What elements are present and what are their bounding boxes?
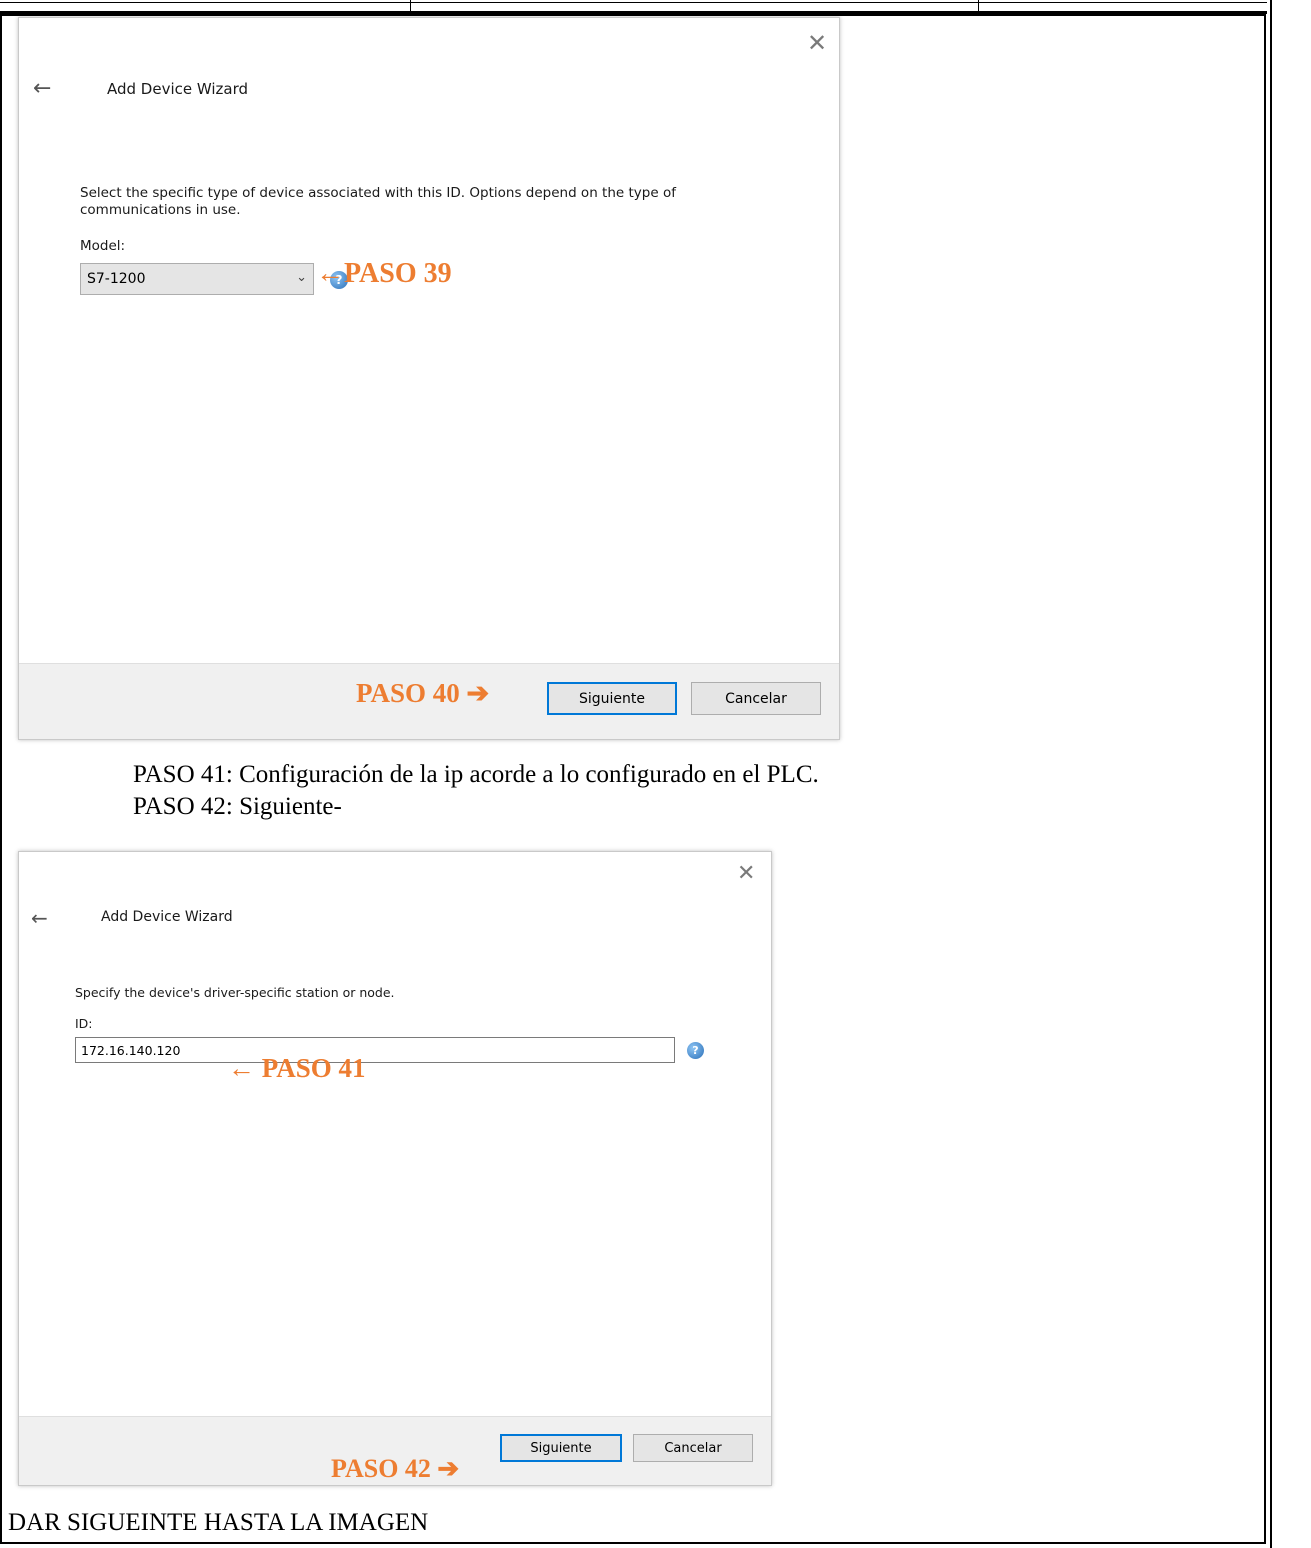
- dialog-description: Select the specific type of device assoc…: [80, 185, 676, 218]
- help-icon[interactable]: ?: [687, 1042, 704, 1059]
- id-input-value: 172.16.140.120: [81, 1042, 181, 1058]
- id-label: ID:: [75, 1016, 93, 1031]
- back-arrow-icon[interactable]: ←: [33, 78, 51, 100]
- table-right-border: [1270, 0, 1272, 1548]
- document-line-paso-42: PASO 42: Siguiente-: [133, 793, 342, 820]
- add-device-wizard-dialog-id: ✕ ← Add Device Wizard Specify the device…: [18, 851, 772, 1486]
- model-select-value: S7-1200: [87, 271, 146, 287]
- close-icon[interactable]: ✕: [807, 31, 827, 55]
- id-input[interactable]: 172.16.140.120: [75, 1037, 675, 1063]
- cancelar-button[interactable]: Cancelar: [633, 1434, 753, 1462]
- siguiente-button[interactable]: Siguiente: [500, 1434, 622, 1462]
- paso-42-annotation: PASO 42 ➔: [331, 1454, 460, 1483]
- back-arrow-icon[interactable]: ←: [31, 907, 48, 929]
- table-top-line: [0, 2, 1267, 3]
- dialog-title: Add Device Wizard: [107, 80, 249, 98]
- table-column-divider: [410, 0, 411, 14]
- siguiente-button[interactable]: Siguiente: [547, 682, 677, 715]
- document-line-paso-41: PASO 41: Configuración de la ip acorde a…: [133, 761, 819, 788]
- dialog-description: Specify the device's driver-specific sta…: [75, 985, 395, 1000]
- model-select[interactable]: S7-1200 ⌄: [80, 263, 314, 295]
- table-column-divider: [978, 0, 979, 14]
- paso-39-annotation: ←PASO 39: [316, 258, 452, 289]
- document-footer-text: DAR SIGUEINTE HASTA LA IMAGEN: [8, 1509, 429, 1536]
- cancelar-button[interactable]: Cancelar: [691, 682, 821, 715]
- close-icon[interactable]: ✕: [737, 862, 755, 886]
- chevron-down-icon: ⌄: [296, 270, 307, 285]
- model-label: Model:: [80, 238, 126, 254]
- paso-41-annotation: ← PASO 41: [228, 1053, 366, 1083]
- dialog-title: Add Device Wizard: [101, 909, 233, 925]
- paso-40-annotation: PASO 40 ➔: [356, 678, 490, 708]
- add-device-wizard-dialog-model: ✕ ← Add Device Wizard Select the specifi…: [18, 17, 840, 740]
